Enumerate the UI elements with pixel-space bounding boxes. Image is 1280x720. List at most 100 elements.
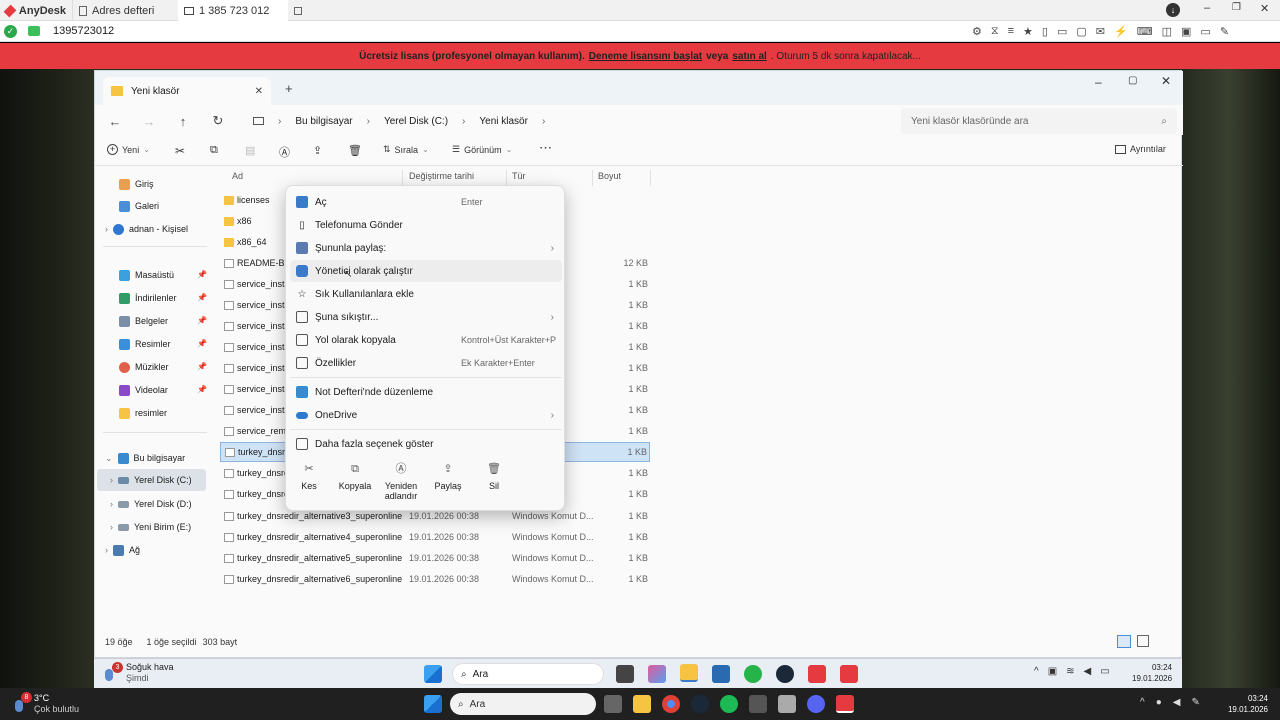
- menu-item-add-favorites[interactable]: ☆ Sık Kullanılanlara ekle: [290, 283, 562, 305]
- breadcrumb[interactable]: › Bu bilgisayar › Yerel Disk (C:) › Yeni…: [245, 108, 891, 134]
- minimize-icon[interactable]: –: [1204, 2, 1210, 14]
- paste-icon[interactable]: ▤: [245, 144, 255, 157]
- details-pane-button[interactable]: Ayrıntılar: [1115, 144, 1166, 154]
- battery-icon[interactable]: ▭: [1100, 666, 1109, 677]
- menu-item-copy-path[interactable]: Yol olarak kopyala Kontrol+Üst Karakter+P: [290, 329, 562, 351]
- search-input[interactable]: Yeni klasör klasöründe ara ⌕: [901, 108, 1177, 134]
- chevron-up-icon[interactable]: ^: [1034, 666, 1039, 677]
- sidebar-item-disk-e[interactable]: › Yeni Birim (E:): [110, 516, 222, 538]
- breadcrumb-this-pc[interactable]: Bu bilgisayar: [295, 116, 352, 127]
- spotify-icon[interactable]: [720, 695, 738, 713]
- sidebar-item-gallery[interactable]: Galeri: [119, 195, 231, 217]
- sidebar-item-network[interactable]: › Ağ: [105, 539, 217, 561]
- star-icon[interactable]: ★: [1023, 25, 1033, 38]
- more-options-icon[interactable]: ⋯: [539, 140, 552, 156]
- breadcrumb-disk-c[interactable]: Yerel Disk (C:): [384, 116, 448, 127]
- restore-icon[interactable]: ❐: [1232, 2, 1241, 13]
- column-header-date[interactable]: Değiştirme tarihi: [409, 169, 474, 183]
- forward-icon[interactable]: →: [138, 110, 160, 132]
- close-tab-icon[interactable]: ✕: [255, 86, 263, 97]
- taskbar-clock[interactable]: 03:24 19.01.2026: [1132, 662, 1172, 684]
- menu-item-more-options[interactable]: Daha fazla seçenek göster: [290, 433, 562, 455]
- menu-item-send-phone[interactable]: ▯ Telefonuma Gönder: [290, 214, 562, 236]
- pen-icon[interactable]: ✎: [1220, 25, 1229, 38]
- start-trial-link[interactable]: Deneme lisansını başlat: [589, 51, 702, 62]
- action-icon[interactable]: ⚡: [1114, 25, 1128, 38]
- weather-widget-icon[interactable]: 3: [102, 662, 123, 682]
- tab-session[interactable]: 1 385 723 012: [178, 0, 288, 21]
- copy-icon[interactable]: ⧉: [210, 144, 218, 157]
- settings-icon[interactable]: ⚙: [972, 25, 982, 38]
- tab-address-book[interactable]: Adres defteri: [72, 0, 176, 21]
- share-icon[interactable]: ⇪: [313, 144, 322, 157]
- local-taskbar-search[interactable]: ⌕ Ara: [450, 693, 596, 715]
- details-view-icon[interactable]: [1117, 635, 1131, 648]
- cut-icon[interactable]: ✂: [175, 144, 185, 158]
- breadcrumb-new-folder[interactable]: Yeni klasör: [479, 116, 528, 127]
- new-session-button[interactable]: [288, 0, 308, 21]
- sidebar-item-resimler[interactable]: resimler: [119, 402, 231, 424]
- task-view-icon[interactable]: [616, 665, 634, 683]
- discord-icon[interactable]: [807, 695, 825, 713]
- steam-icon[interactable]: [776, 665, 794, 683]
- anydesk-icon[interactable]: [808, 665, 826, 683]
- camera-icon[interactable]: ◫: [1162, 25, 1172, 38]
- sidebar-item-onedrive[interactable]: › adnan - Kişisel: [105, 218, 217, 240]
- sidebar-item-desktop[interactable]: Masaüstü: [119, 264, 231, 286]
- microphone-icon[interactable]: ●: [1156, 697, 1162, 708]
- menu-rename-button[interactable]: Ⓐ Yeniden adlandır: [378, 464, 424, 502]
- tray-app-icon[interactable]: ▣: [1048, 666, 1057, 677]
- sort-button[interactable]: ⇅ Sırala ⌄: [383, 144, 429, 155]
- new-tab-icon[interactable]: +: [285, 81, 293, 96]
- chat-icon[interactable]: ▭: [1057, 25, 1067, 38]
- view-button[interactable]: ☰ Görünüm ⌄: [452, 144, 512, 155]
- local-task-view-icon[interactable]: [604, 695, 622, 713]
- menu-delete-button[interactable]: 🗑 Sil: [471, 464, 517, 492]
- sidebar-item-videos[interactable]: Videolar: [119, 379, 231, 401]
- menu-item-notepad[interactable]: Not Defteri'nde düzenleme: [290, 381, 562, 403]
- table-row[interactable]: turkey_dnsredir_alternative4_superonline…: [220, 527, 650, 547]
- local-clock[interactable]: 03:24 19.01.2026: [1222, 693, 1268, 715]
- table-row[interactable]: turkey_dnsredir_alternative6_superonline…: [220, 569, 650, 589]
- menu-item-run-as-admin[interactable]: Yönetici olarak çalıştır: [290, 260, 562, 282]
- back-icon[interactable]: ←: [104, 110, 126, 132]
- close-icon[interactable]: ✕: [1260, 2, 1269, 15]
- local-anydesk-icon[interactable]: [836, 695, 854, 713]
- anydesk-session-icon[interactable]: [840, 665, 858, 683]
- column-header-size[interactable]: Boyut: [598, 169, 621, 183]
- speaker-icon[interactable]: ◀: [1173, 697, 1181, 708]
- menu-cut-button[interactable]: ✂ Kes: [286, 464, 332, 492]
- keyboard-icon[interactable]: ⌨: [1137, 25, 1153, 38]
- win-close-icon[interactable]: ✕: [1161, 74, 1171, 88]
- app-icon[interactable]: [749, 695, 767, 713]
- start-button-icon[interactable]: [424, 665, 442, 683]
- message-icon[interactable]: ✉: [1096, 25, 1105, 38]
- screen-icon[interactable]: ▢: [1076, 25, 1086, 38]
- sidebar-item-disk-d[interactable]: › Yerel Disk (D:): [110, 493, 222, 515]
- copilot-icon[interactable]: [648, 665, 666, 683]
- local-start-icon[interactable]: [424, 695, 442, 713]
- menu-item-compress[interactable]: Şuna sıkıştır... ›: [290, 306, 562, 328]
- buy-link[interactable]: satın al: [732, 51, 766, 62]
- column-header-name[interactable]: Ad: [232, 169, 243, 183]
- local-weather-widget[interactable]: 3°C Çok bulutlu: [34, 693, 79, 715]
- sidebar-item-pictures[interactable]: Resimler: [119, 333, 231, 355]
- column-header-type[interactable]: Tür: [512, 169, 526, 183]
- explorer-tab[interactable]: Yeni klasör ✕: [103, 77, 271, 105]
- menu-copy-button[interactable]: ⧉ Kopyala: [332, 464, 378, 492]
- chevron-up-icon[interactable]: ^: [1140, 697, 1145, 708]
- sidebar-item-this-pc[interactable]: ⌄ Bu bilgisayar: [105, 447, 217, 469]
- chrome-icon[interactable]: [662, 695, 680, 713]
- app-icon-2[interactable]: [778, 695, 796, 713]
- menu-item-properties[interactable]: Özellikler Ek Karakter+Enter: [290, 352, 562, 374]
- sidebar-item-music[interactable]: Müzikler: [119, 356, 231, 378]
- file-icon[interactable]: ▯: [1042, 25, 1048, 38]
- sidebar-item-disk-c[interactable]: › Yerel Disk (C:): [97, 469, 206, 491]
- window-icon[interactable]: ▣: [1181, 25, 1191, 38]
- win-maximize-icon[interactable]: ▢: [1128, 75, 1137, 86]
- tiles-view-icon[interactable]: [1137, 635, 1149, 647]
- database-icon[interactable]: ≡: [1008, 25, 1014, 38]
- weather-widget[interactable]: Soğuk hava Şimdi: [126, 662, 174, 684]
- win-minimize-icon[interactable]: –: [1095, 75, 1102, 89]
- taskbar-search[interactable]: ⌕ Ara: [452, 663, 604, 685]
